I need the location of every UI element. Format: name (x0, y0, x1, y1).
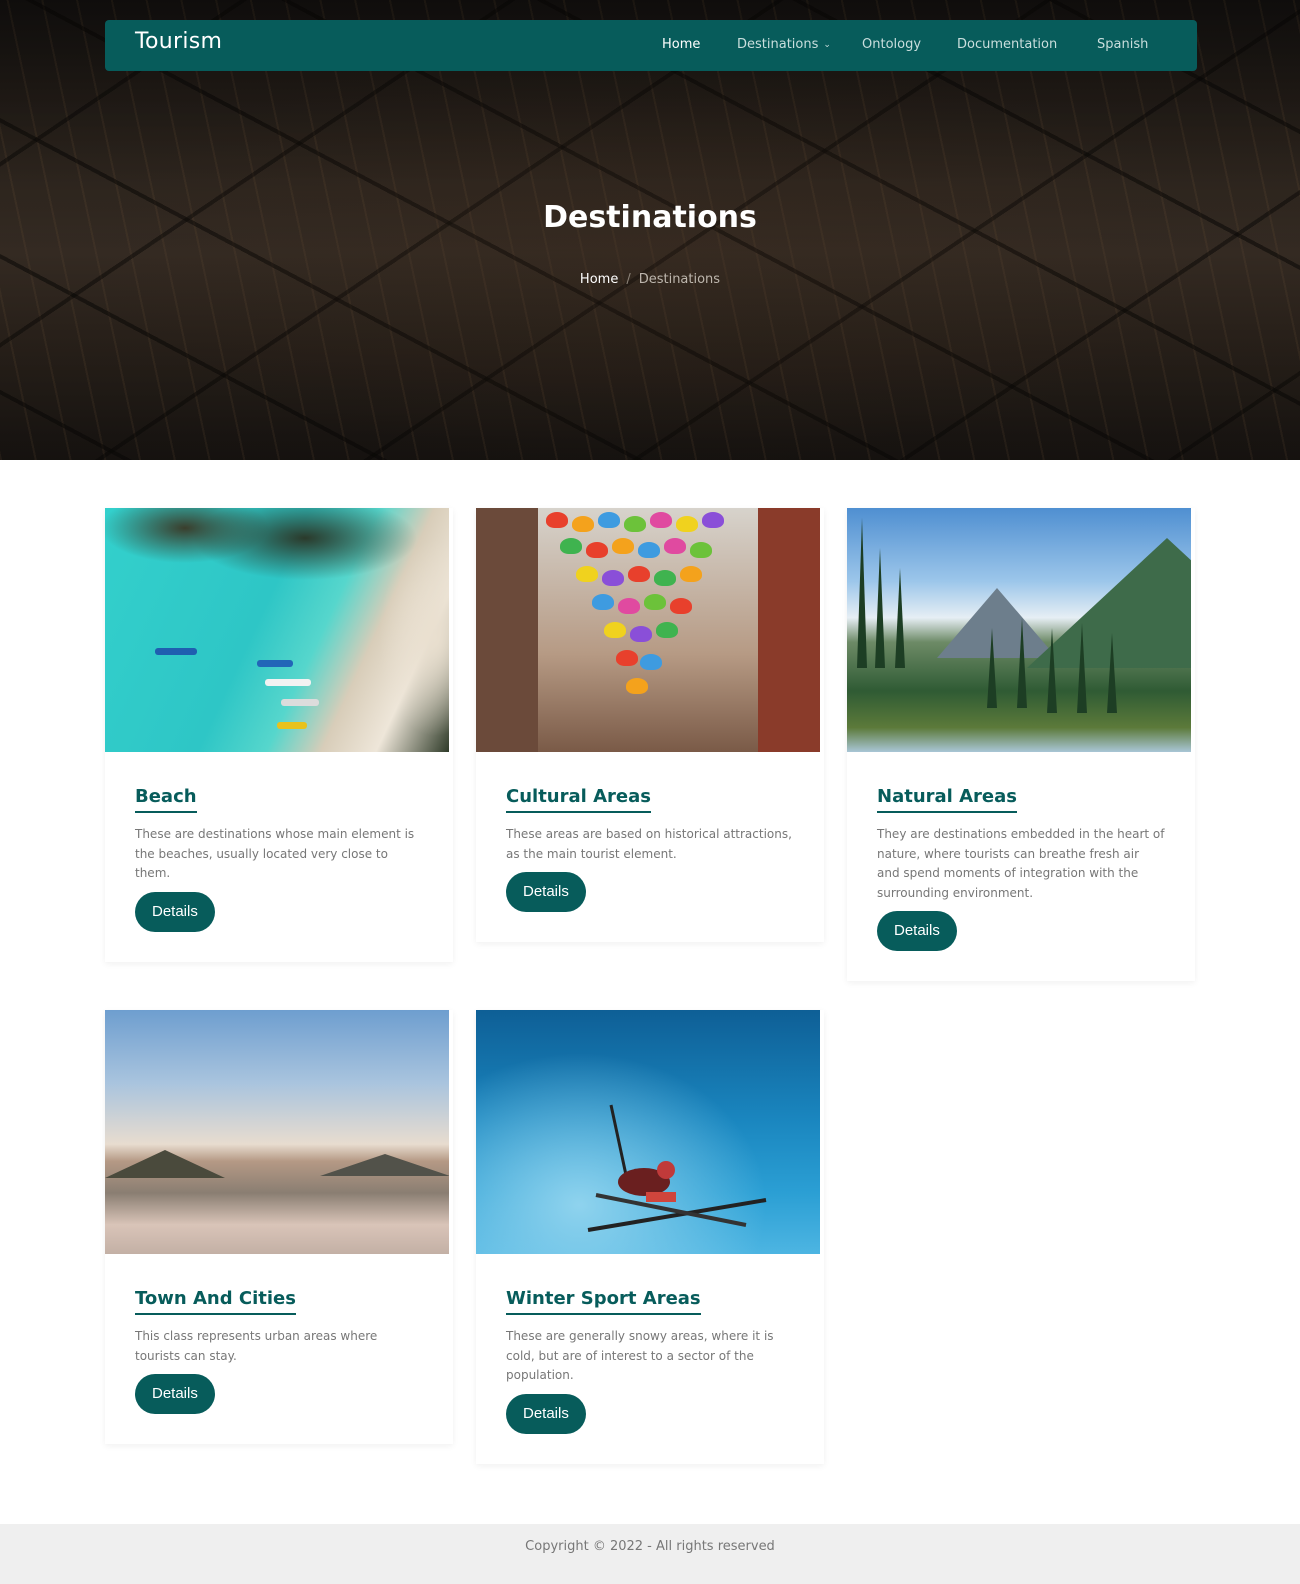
card-title[interactable]: Winter Sport Areas (506, 1288, 701, 1315)
details-button[interactable]: Details (135, 1374, 215, 1414)
nav-home[interactable]: Home (662, 37, 700, 52)
boat-shape (257, 660, 293, 667)
boat-shape (277, 722, 307, 729)
card-title[interactable]: Cultural Areas (506, 786, 651, 813)
footer: Copyright © 2022 - All rights reserved (0, 1524, 1300, 1584)
breadcrumb-home[interactable]: Home (580, 272, 618, 287)
nav-documentation[interactable]: Documentation (957, 37, 1057, 52)
umbrella-shape (656, 622, 678, 638)
destination-card-town-and-cities: Town And Cities This class represents ur… (105, 1010, 453, 1444)
breadcrumb-separator: / (626, 272, 631, 287)
nav-ontology[interactable]: Ontology (862, 37, 921, 52)
chevron-down-icon: ⌄ (823, 40, 831, 50)
umbrella-shape (676, 516, 698, 532)
umbrella-shape (616, 650, 638, 666)
nav-destinations[interactable]: Destinations ⌄ (737, 37, 831, 52)
umbrella-shape (690, 542, 712, 558)
umbrella-shape (702, 512, 724, 528)
umbrella-shape (546, 512, 568, 528)
page-title: Destinations (543, 200, 757, 235)
umbrella-shape (626, 678, 648, 694)
tree-shape (857, 518, 867, 668)
umbrella-shape (640, 654, 662, 670)
boat-shape (265, 679, 311, 686)
card-description: These areas are based on historical attr… (506, 827, 792, 861)
tree-shape (1077, 623, 1087, 713)
navbar: Tourism Home Destinations ⌄ Ontology Docu… (105, 20, 1197, 71)
details-button[interactable]: Details (506, 872, 586, 912)
umbrella-shape (572, 516, 594, 532)
umbrella-shape (664, 538, 686, 554)
card-title[interactable]: Natural Areas (877, 786, 1017, 813)
natural-areas-image (847, 508, 1191, 752)
umbrella-shape (638, 542, 660, 558)
umbrella-shape (618, 598, 640, 614)
card-description: These are destinations whose main elemen… (135, 827, 415, 880)
tree-shape (987, 628, 997, 708)
tree-shape (1107, 633, 1117, 713)
hill-shape (320, 1154, 449, 1176)
tree-shape (895, 568, 905, 668)
destination-card-winter-sport-areas: Winter Sport Areas These are generally s… (476, 1010, 824, 1464)
umbrella-shape (592, 594, 614, 610)
card-title[interactable]: Beach (135, 786, 197, 813)
skier-illustration (587, 1104, 767, 1232)
details-button[interactable]: Details (877, 911, 957, 951)
cultural-areas-image (476, 508, 820, 752)
umbrella-shape (586, 542, 608, 558)
umbrella-shape (560, 538, 582, 554)
umbrella-shape (670, 598, 692, 614)
beach-image (105, 508, 449, 752)
umbrella-shape (654, 570, 676, 586)
destination-card-beach: Beach These are destinations whose main … (105, 508, 453, 962)
details-button[interactable]: Details (506, 1393, 586, 1434)
breadcrumb: Home / Destinations (0, 272, 1300, 287)
boat-shape (281, 699, 319, 706)
umbrella-shape (612, 538, 634, 554)
boat-shape (155, 648, 197, 655)
brand-logo[interactable]: Tourism (135, 29, 222, 54)
breadcrumb-current: Destinations (638, 272, 721, 287)
umbrella-shape (576, 566, 598, 582)
town-and-cities-image (105, 1010, 449, 1254)
tree-shape (1017, 618, 1027, 708)
umbrella-shape (680, 566, 702, 582)
tree-shape (1047, 628, 1057, 713)
card-description: This class represents urban areas where … (135, 1329, 378, 1363)
nav-destinations-label: Destinations (737, 37, 819, 52)
copyright-text: Copyright © 2022 - All rights reserved (525, 1539, 775, 1554)
destination-card-cultural-areas: Cultural Areas These areas are based on … (476, 508, 824, 942)
card-description: They are destinations embedded in the he… (877, 827, 1165, 900)
umbrella-shape (598, 512, 620, 528)
tree-shape (875, 548, 885, 668)
umbrella-shape (630, 626, 652, 642)
umbrella-shape (650, 512, 672, 528)
umbrella-shape (628, 566, 650, 582)
card-description: These are generally snowy areas, where i… (506, 1329, 774, 1382)
card-title[interactable]: Town And Cities (135, 1288, 296, 1315)
destination-card-natural-areas: Natural Areas They are destinations embe… (847, 508, 1195, 981)
details-button[interactable]: Details (135, 891, 215, 932)
umbrella-shape (602, 570, 624, 586)
hill-shape (105, 1150, 225, 1178)
umbrella-shape (604, 622, 626, 638)
umbrella-shape (624, 516, 646, 532)
nav-spanish[interactable]: Spanish (1097, 37, 1148, 52)
umbrella-shape (644, 594, 666, 610)
winter-sport-areas-image (476, 1010, 820, 1254)
